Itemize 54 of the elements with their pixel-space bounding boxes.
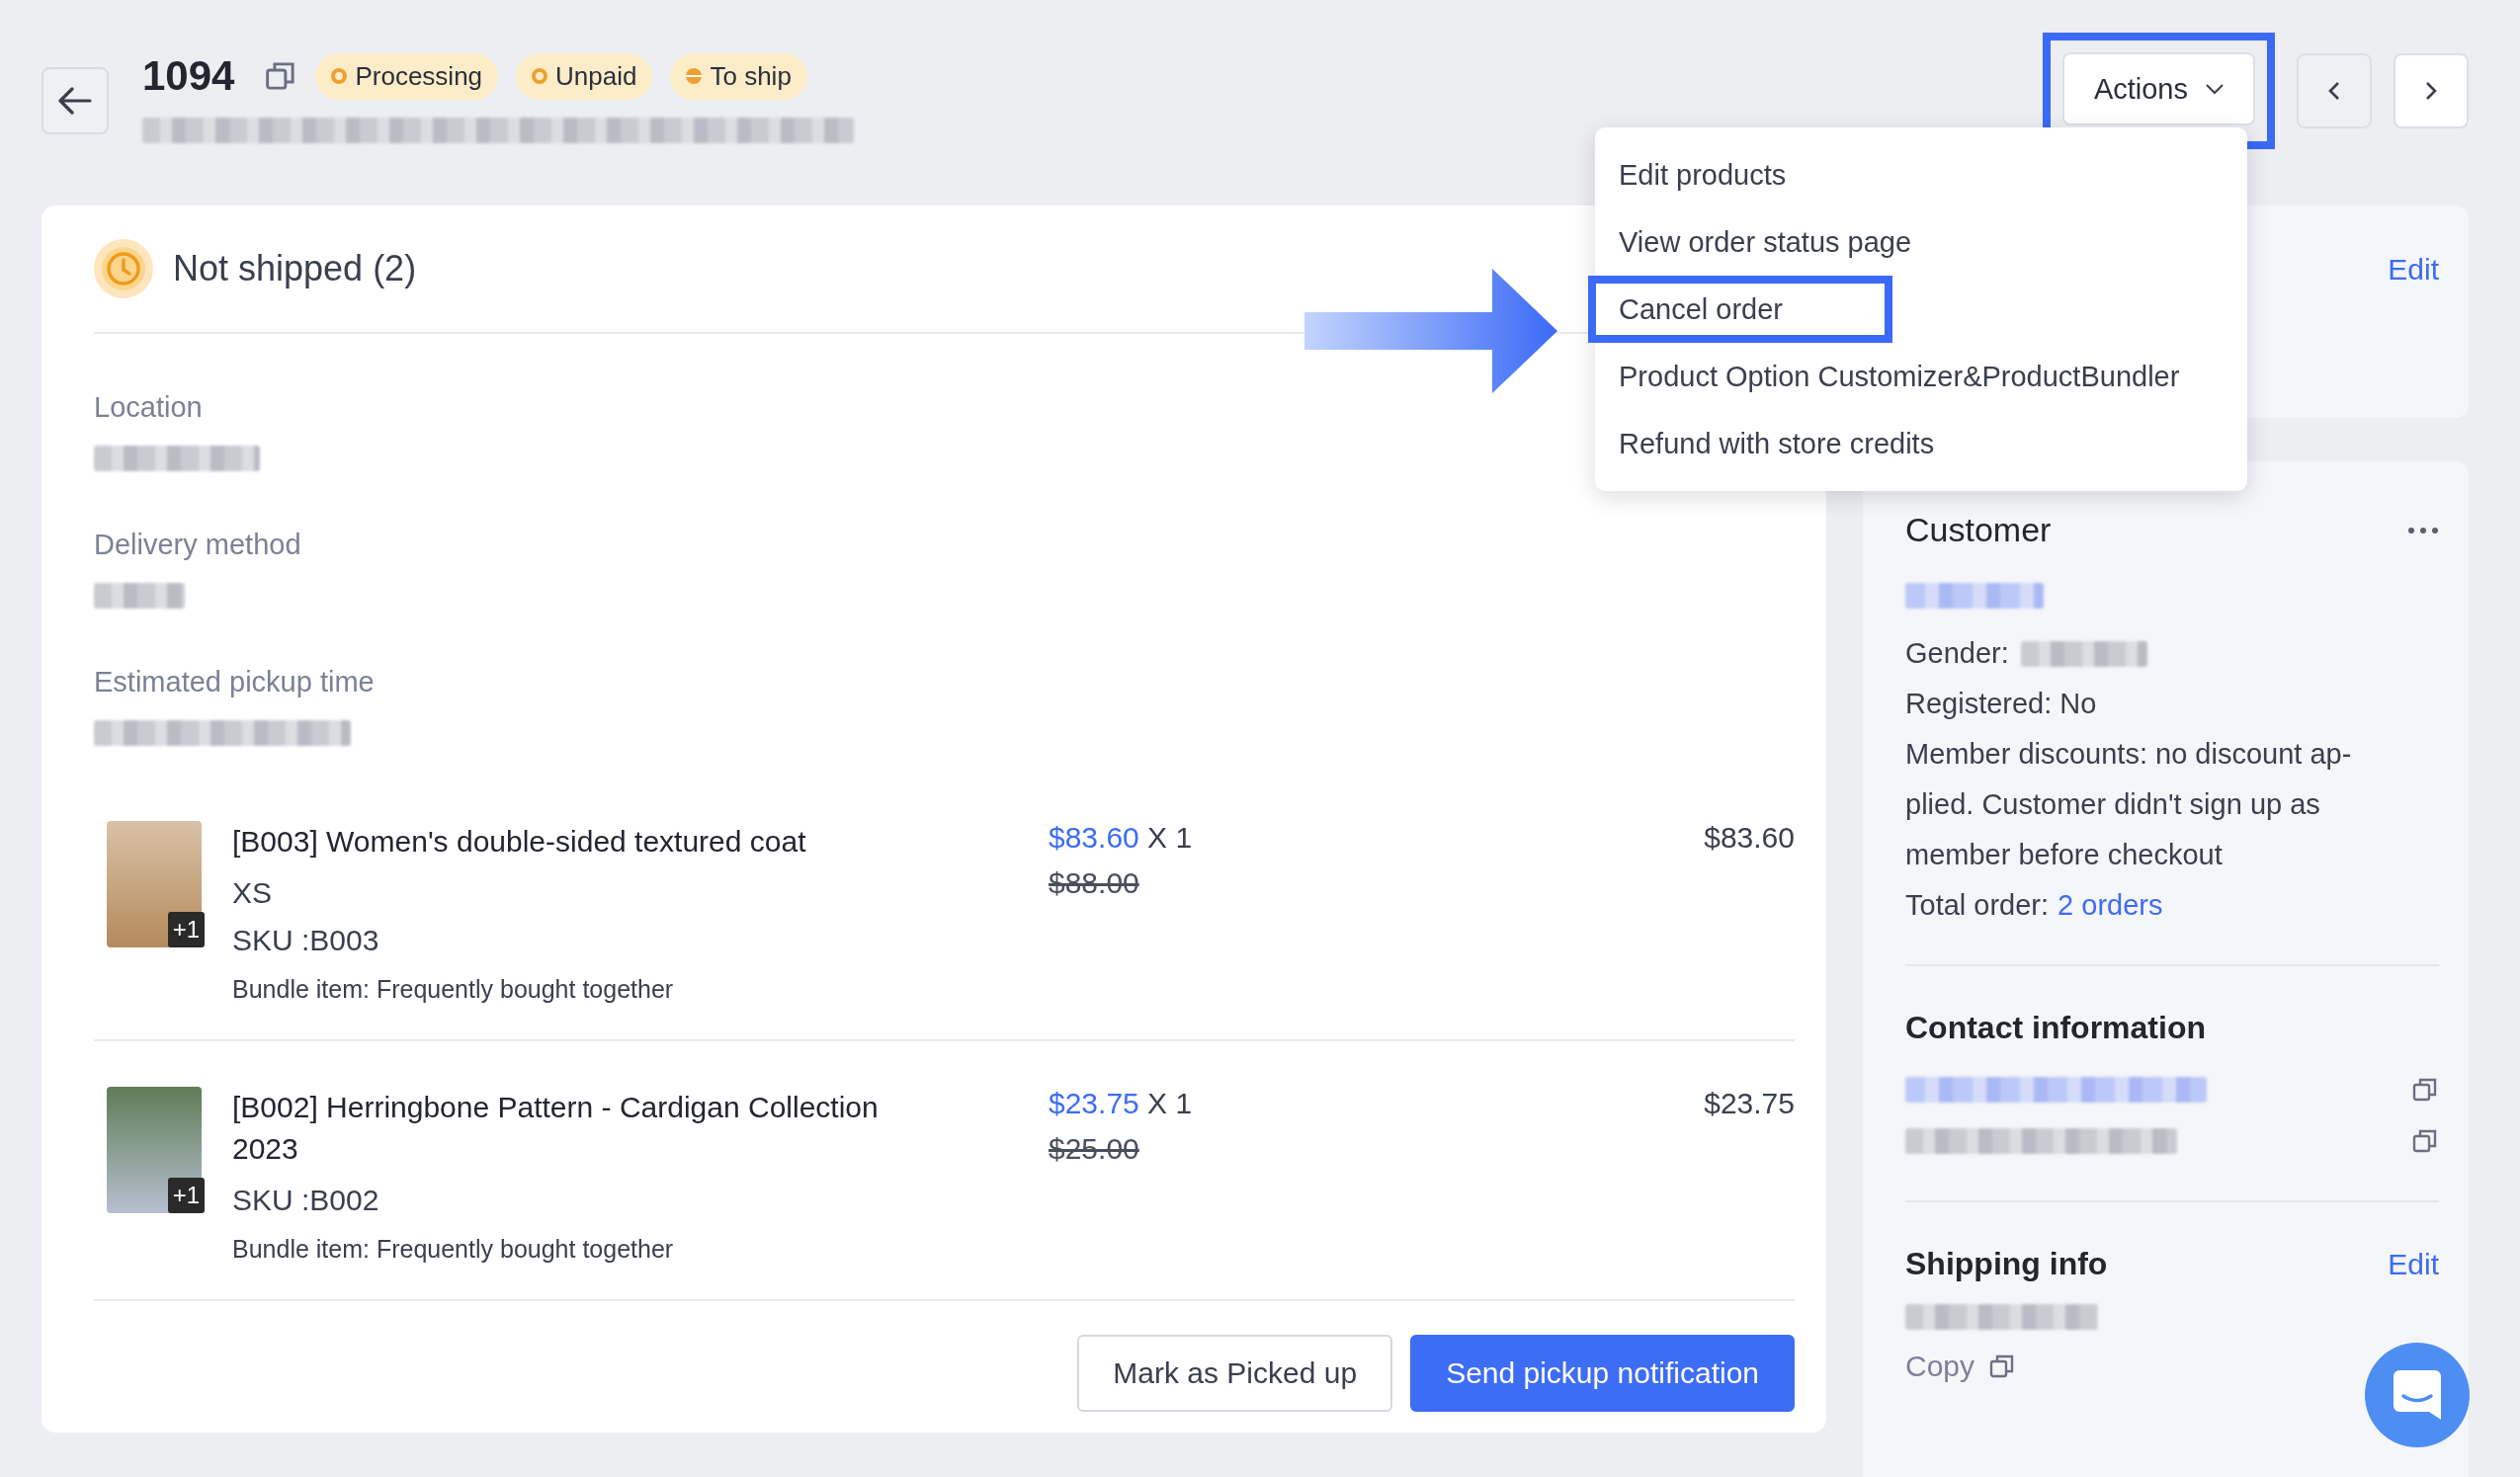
chat-icon — [2394, 1370, 2441, 1420]
field-label: Location — [94, 391, 203, 424]
section-title: Shipping info — [1905, 1246, 2108, 1282]
unit-price: $23.75 — [1049, 1087, 1139, 1119]
actions-button[interactable]: Actions — [2061, 52, 2255, 125]
more-options-icon[interactable] — [2407, 526, 2439, 534]
order-number: 1094 — [142, 52, 235, 100]
menu-item[interactable]: Edit products — [1595, 141, 2247, 208]
copy-link[interactable]: Copy — [1905, 1350, 1975, 1383]
quantity: X 1 — [1147, 821, 1193, 854]
image-count-badge: +1 — [167, 912, 205, 947]
gender-label: Gender: — [1905, 636, 2009, 671]
line-total: $83.60 — [1704, 821, 1795, 854]
chevron-down-icon — [2206, 83, 2224, 95]
field-label: Delivery method — [94, 529, 301, 561]
quantity: X 1 — [1147, 1087, 1193, 1119]
menu-item[interactable]: Refund with store credits — [1595, 410, 2247, 477]
bundle-note: Bundle item: Frequently bought together — [232, 1235, 675, 1264]
product-title[interactable]: [B002] Herringbone Pattern - Cardigan Collection 2023 — [232, 1087, 944, 1170]
copy-icon[interactable] — [2411, 1076, 2439, 1104]
orders-link[interactable]: 2 orders — [2058, 880, 2163, 931]
total-order-label: Total order: — [1905, 888, 2050, 923]
product-sku: SKU :B002 — [232, 1184, 380, 1217]
original-price: $25.00 — [1049, 1132, 1139, 1166]
bundle-note: Bundle item: Frequently bought together — [232, 975, 675, 1004]
product-title[interactable]: [B003] Women's double-sided textured coat — [232, 821, 944, 862]
mark-picked-up-button[interactable]: Mark as Picked up — [1077, 1335, 1393, 1412]
section-title: Customer — [1905, 511, 2052, 549]
menu-item[interactable]: Product Option Customizer&ProductBundler — [1595, 343, 2247, 410]
status-badge: Unpaid — [516, 52, 653, 100]
original-price: $88.00 — [1049, 866, 1139, 900]
copy-icon[interactable] — [2411, 1127, 2439, 1155]
menu-item[interactable]: View order status page — [1595, 208, 2247, 276]
back-button[interactable] — [42, 67, 109, 134]
menu-item[interactable]: Cancel order — [1588, 276, 1892, 343]
product-sku: SKU :B003 — [232, 924, 380, 957]
edit-link[interactable]: Edit — [2388, 253, 2439, 418]
chevron-left-icon — [2328, 81, 2340, 101]
unit-price: $83.60 — [1049, 821, 1139, 854]
status-badge: Processing — [315, 52, 499, 100]
clock-icon — [94, 239, 153, 298]
product-variant: XS — [232, 876, 274, 910]
send-notification-button[interactable]: Send pickup notification — [1410, 1335, 1795, 1412]
section-title: Contact information — [1905, 1010, 2206, 1045]
image-count-badge: +1 — [167, 1178, 205, 1213]
section-title: Not shipped (2) — [173, 248, 417, 289]
edit-link[interactable]: Edit — [2388, 1247, 2439, 1281]
registered-status: Registered: No — [1905, 687, 2098, 721]
chevron-right-icon — [2425, 81, 2437, 101]
line-total: $23.75 — [1704, 1087, 1795, 1119]
status-badge: To ship — [670, 52, 807, 100]
field-label: Estimated pickup time — [94, 666, 375, 698]
back-arrow-icon — [58, 87, 92, 115]
member-discount-note: Member discounts: no discount ap-plied. Customer didn't sign up as member before checkout — [1905, 737, 2353, 872]
